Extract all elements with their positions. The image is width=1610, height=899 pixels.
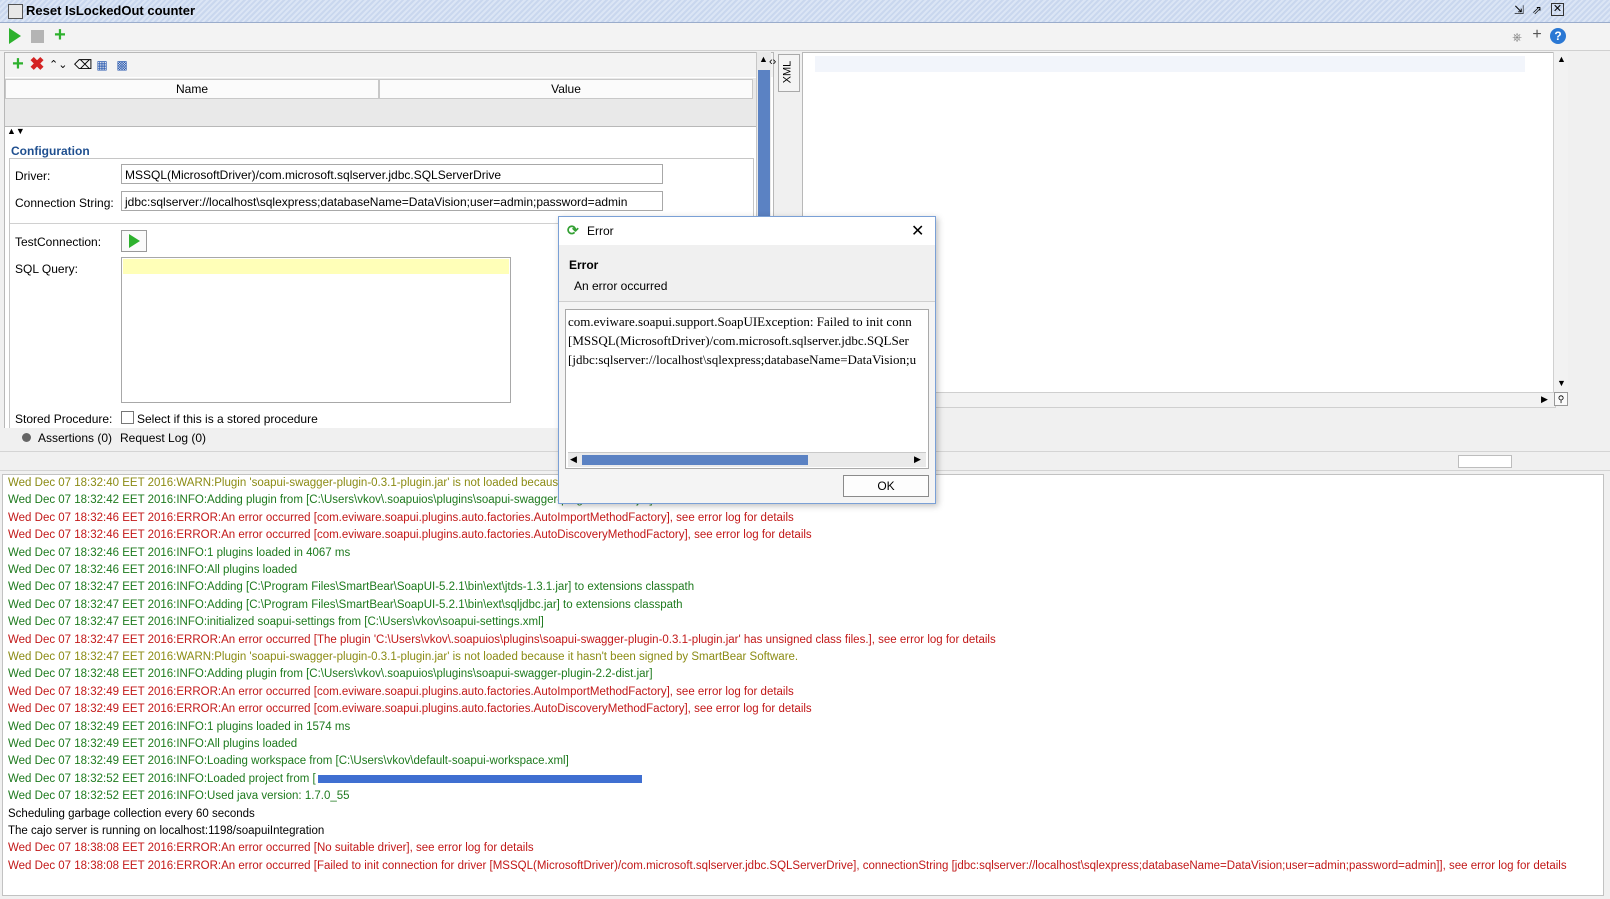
log-line: Wed Dec 07 18:38:08 EET 2016:ERROR:An er… — [8, 859, 1567, 872]
column-header-value[interactable]: Value — [379, 79, 753, 99]
driver-label: Driver: — [15, 169, 51, 183]
log-line: Wed Dec 07 18:32:48 EET 2016:INFO:Adding… — [8, 668, 653, 681]
grid-icon — [8, 4, 23, 19]
right-horizontal-scrollbar[interactable]: ▶ — [930, 392, 1556, 408]
stored-procedure-label: Stored Procedure: — [15, 412, 113, 426]
window-title: Reset IsLockedOut counter — [26, 3, 196, 18]
ok-button[interactable]: OK — [843, 475, 929, 497]
tab-assertions[interactable]: Assertions (0) — [38, 431, 112, 445]
dialog-header: Error An error occurred — [559, 245, 935, 302]
save-properties-icon[interactable]: ▩ — [113, 56, 131, 74]
log-line: Wed Dec 07 18:32:42 EET 2016:INFO:Adding… — [8, 494, 653, 507]
log-line: Wed Dec 07 18:32:47 EET 2016:ERROR:An er… — [8, 633, 996, 646]
log-line: Scheduling garbage collection every 60 s… — [8, 807, 255, 820]
add-icon[interactable]: + — [51, 25, 69, 45]
properties-table: Name Value — [5, 78, 771, 127]
log-line: Wed Dec 07 18:32:47 EET 2016:WARN:Plugin… — [8, 651, 799, 663]
scroll-right-icon[interactable]: ▶ — [1541, 394, 1548, 405]
zoom-icon[interactable]: ⚲ — [1554, 392, 1568, 406]
stop-icon[interactable] — [31, 30, 44, 43]
log-line: Wed Dec 07 18:32:46 EET 2016:ERROR:An er… — [8, 511, 794, 524]
load-icon[interactable]: ▦ — [93, 56, 111, 74]
log-line: Wed Dec 07 18:32:49 EET 2016:ERROR:An er… — [8, 703, 812, 716]
log-line: Wed Dec 07 18:32:49 EET 2016:INFO:1 plug… — [8, 720, 351, 733]
sql-query-label: SQL Query: — [15, 262, 78, 276]
test-connection-button[interactable] — [121, 230, 147, 252]
properties-toolbar: + ✖ ⌃⌄ ⌫ ▦ ▩ — [5, 53, 773, 77]
status-dot-icon — [22, 433, 31, 442]
log-line: Wed Dec 07 18:38:08 EET 2016:ERROR:An er… — [8, 842, 534, 855]
soapui-logo-icon: ⟳ — [567, 222, 579, 238]
stored-procedure-checkbox-label: Select if this is a stored procedure — [137, 412, 318, 426]
remove-property-icon[interactable]: ✖ — [28, 55, 46, 73]
log-line: Wed Dec 07 18:32:52 EET 2016:INFO:Loaded… — [8, 771, 642, 787]
stored-procedure-checkbox[interactable] — [121, 411, 134, 424]
add-property-icon[interactable]: + — [9, 54, 27, 74]
current-line-highlight — [815, 56, 1525, 72]
main-toolbar: + ⎈ + ? — [0, 23, 1610, 51]
restore-icon[interactable]: ⇲ — [1512, 3, 1526, 17]
column-header-name[interactable]: Name — [5, 79, 379, 99]
log-filter-box[interactable] — [1458, 455, 1512, 468]
dialog-title: Error — [587, 224, 614, 238]
error-line: [MSSQL(MicrosoftDriver)/com.microsoft.sq… — [568, 333, 909, 348]
connection-string-label: Connection String: — [15, 196, 114, 210]
right-vertical-scrollbar[interactable]: ▲ ▼ — [1553, 52, 1568, 392]
scroll-down-icon[interactable]: ▼ — [1557, 378, 1566, 388]
error-line: com.eviware.soapui.support.SoapUIExcepti… — [568, 314, 912, 329]
log-line: Wed Dec 07 18:32:49 EET 2016:INFO:All pl… — [8, 738, 298, 750]
options-icon[interactable]: ⎈ — [1508, 28, 1526, 46]
log-line: Wed Dec 07 18:32:47 EET 2016:INFO:initia… — [8, 616, 544, 629]
splitter-toggle-icon[interactable]: ▲▼ — [7, 126, 25, 136]
dialog-horizontal-scrollbar[interactable]: ◀ ▶ — [568, 452, 926, 467]
soapui-log[interactable]: Wed Dec 07 18:32:40 EET 2016:WARN:Plugin… — [2, 474, 1604, 896]
scroll-left-icon[interactable]: ◀ — [570, 454, 577, 465]
tab-request-log[interactable]: Request Log (0) — [120, 431, 206, 445]
error-dialog: ⟳ Error ✕ Error An error occurred com.ev… — [558, 216, 936, 504]
dialog-heading: Error — [569, 258, 599, 272]
clear-icon[interactable]: ⌫ — [74, 56, 92, 74]
scroll-thumb[interactable] — [582, 455, 808, 465]
play-icon — [129, 234, 140, 248]
log-line: Wed Dec 07 18:32:46 EET 2016:INFO:1 plug… — [8, 546, 351, 559]
log-line: Wed Dec 07 18:32:40 EET 2016:WARN:Plugin… — [8, 477, 565, 489]
collapse-panel-icon[interactable]: ‹› — [769, 56, 776, 68]
redaction-bar — [317, 774, 642, 783]
connection-string-field[interactable]: jdbc:sqlserver://localhost\sqlexpress;da… — [121, 191, 663, 211]
log-line: The cajo server is running on localhost:… — [8, 825, 325, 837]
close-window-icon[interactable]: ✕ — [1551, 3, 1564, 16]
scroll-right-icon[interactable]: ▶ — [914, 454, 921, 465]
detach-icon[interactable]: ⇗ — [1530, 3, 1544, 17]
test-connection-label: TestConnection: — [15, 235, 102, 249]
window-title-bar: Reset IsLockedOut counter ⇲ ⇗ ✕ — [0, 0, 1610, 23]
scroll-up-icon[interactable]: ▲ — [759, 54, 768, 64]
log-line: Wed Dec 07 18:32:49 EET 2016:INFO:Loadin… — [8, 755, 569, 768]
log-line: Wed Dec 07 18:32:47 EET 2016:INFO:Adding… — [8, 598, 683, 611]
configuration-title: Configuration — [11, 144, 90, 158]
scroll-up-icon[interactable]: ▲ — [1557, 54, 1566, 64]
sql-query-textarea[interactable] — [121, 257, 511, 403]
driver-field[interactable]: MSSQL(MicrosoftDriver)/com.microsoft.sql… — [121, 164, 663, 184]
tab-xml[interactable]: XML — [778, 54, 800, 92]
error-details-text[interactable]: com.eviware.soapui.support.SoapUIExcepti… — [565, 309, 929, 469]
tab-xml-label: XML — [781, 60, 794, 84]
log-line: Wed Dec 07 18:32:52 EET 2016:INFO:Used j… — [8, 790, 350, 803]
dialog-title-bar: ⟳ Error ✕ — [559, 217, 935, 245]
log-line: Wed Dec 07 18:32:46 EET 2016:ERROR:An er… — [8, 529, 812, 542]
crosshair-icon[interactable]: + — [1528, 26, 1546, 44]
close-icon[interactable]: ✕ — [911, 221, 924, 241]
run-icon[interactable] — [9, 28, 21, 44]
dialog-subheading: An error occurred — [574, 279, 668, 293]
move-up-icon[interactable]: ⌃⌄ — [49, 56, 67, 74]
log-line: Wed Dec 07 18:32:49 EET 2016:ERROR:An er… — [8, 685, 794, 698]
log-line: Wed Dec 07 18:32:47 EET 2016:INFO:Adding… — [8, 581, 695, 594]
log-line: Wed Dec 07 18:32:46 EET 2016:INFO:All pl… — [8, 564, 298, 576]
help-icon[interactable]: ? — [1550, 28, 1566, 44]
error-line: [jdbc:sqlserver://localhost\sqlexpress;d… — [568, 352, 917, 367]
current-line-highlight — [123, 259, 509, 274]
